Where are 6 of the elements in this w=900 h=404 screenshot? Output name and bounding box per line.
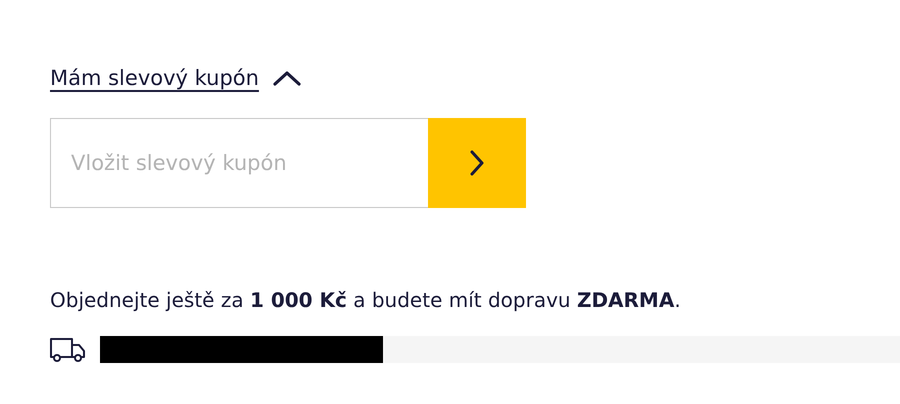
chevron-right-icon [470,150,484,176]
chevron-icon[interactable] [272,70,301,86]
free-shipping-message: Objednejte ještě za 1 000 Kč a budete mít dopravu ZDARMA. [50,288,682,312]
truck-icon [50,336,86,362]
coupon-toggle-link[interactable]: Mám slevový kupón [50,66,259,90]
coupon-input-field[interactable]: Vložit slevový kupón [50,118,428,208]
